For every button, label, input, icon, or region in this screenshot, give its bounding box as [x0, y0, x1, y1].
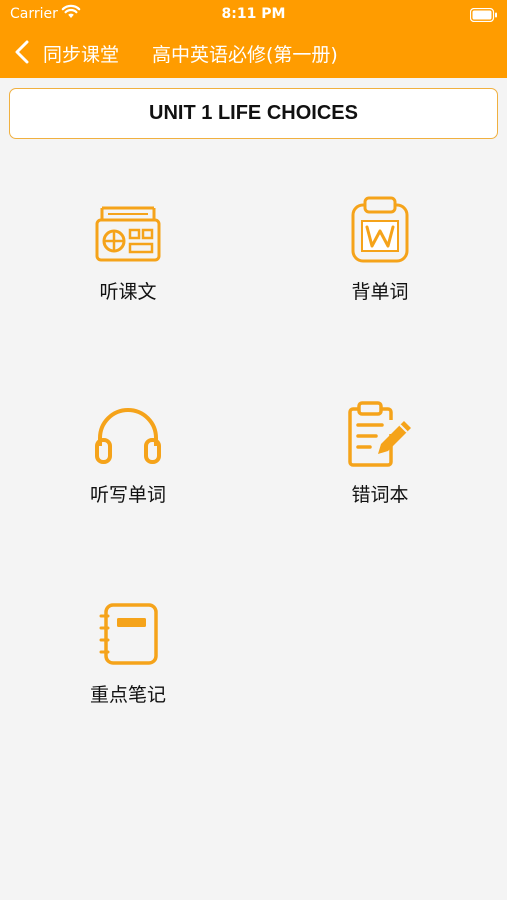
unit-header: UNIT 1 LIFE CHOICES — [9, 88, 498, 139]
notebook-icon — [99, 603, 158, 665]
page-title: 高中英语必修(第一册) — [152, 44, 338, 66]
key-notes-label: 重点笔记 — [89, 684, 166, 706]
top-bar: Carrier 8:11 PM 同步课堂 高中英语必修(第一册) — [0, 0, 507, 78]
dictation-button[interactable]: 听写单词 — [28, 398, 228, 528]
memorize-words-label: 背单词 — [351, 281, 409, 303]
navigation-bar: 同步课堂 高中英语必修(第一册) — [0, 28, 507, 78]
wrong-words-book-button[interactable]: 错词本 — [280, 398, 480, 528]
memorize-words-button[interactable]: 背单词 — [280, 195, 480, 325]
battery-icon — [469, 7, 498, 26]
listen-text-button[interactable]: 听课文 — [28, 195, 228, 325]
chevron-left-icon[interactable] — [14, 40, 30, 68]
back-label[interactable]: 同步课堂 — [43, 40, 119, 67]
radio-icon — [95, 206, 161, 262]
word-clipboard-icon — [351, 196, 409, 263]
notepad-pencil-icon — [348, 401, 411, 467]
dictation-label: 听写单词 — [89, 484, 166, 506]
headphones-icon — [95, 408, 161, 464]
status-time: 8:11 PM — [221, 6, 286, 22]
wrong-words-book-label: 错词本 — [351, 484, 409, 506]
listen-text-label: 听课文 — [99, 281, 157, 303]
key-notes-button[interactable]: 重点笔记 — [28, 600, 228, 730]
status-bar: Carrier 8:11 PM — [0, 0, 507, 28]
unit-title: UNIT 1 LIFE CHOICES — [149, 102, 358, 124]
